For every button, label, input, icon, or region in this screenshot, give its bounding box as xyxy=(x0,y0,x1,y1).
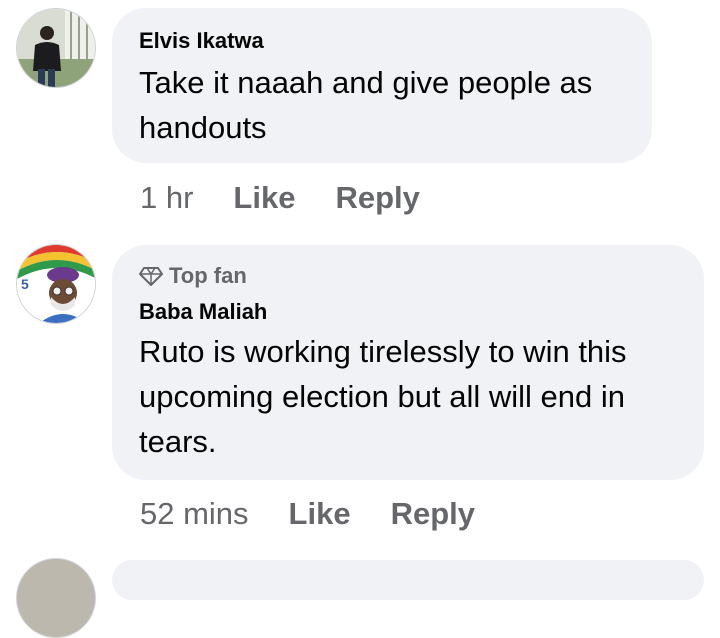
comment-text-line: handouts xyxy=(139,110,267,145)
badge-label: Top fan xyxy=(169,263,247,288)
comment-item: Elvis Ikatwa Take it naaah and give peop… xyxy=(0,0,720,230)
comment-text: Take it naaah and give people as handout… xyxy=(139,60,592,150)
comment-actions: 1 hr Like Reply xyxy=(140,180,420,216)
comment-timestamp[interactable]: 52 mins xyxy=(140,496,249,532)
like-button[interactable]: Like xyxy=(289,496,351,532)
top-fan-badge: Top fan xyxy=(139,263,247,289)
avatar[interactable] xyxy=(16,8,96,88)
comment-timestamp[interactable]: 1 hr xyxy=(140,180,193,216)
comment-text-line: Ruto is working tirelessly to win this xyxy=(139,334,627,369)
comment-text-line: Take it naaah and give people as xyxy=(139,65,593,100)
svg-text:5: 5 xyxy=(21,276,29,292)
reply-button[interactable]: Reply xyxy=(335,180,419,216)
diamond-icon xyxy=(139,267,163,286)
like-button[interactable]: Like xyxy=(233,180,295,216)
comment-bubble: Elvis Ikatwa Take it naaah and give peop… xyxy=(112,8,652,163)
comment-author[interactable]: Baba Maliah xyxy=(139,299,267,325)
avatar[interactable] xyxy=(16,558,96,638)
comment-bubble: Top fan Baba Maliah Ruto is working tire… xyxy=(112,245,704,480)
user-photo-icon: 5 xyxy=(17,245,95,323)
comment-bubble xyxy=(112,560,704,600)
comment-text: Ruto is working tirelessly to win this u… xyxy=(139,329,627,464)
comment-text-line: upcoming election but all will end in xyxy=(139,379,625,414)
comment-item: 5 Top fan Baba Maliah Ruto is working ti… xyxy=(0,238,720,548)
user-photo-icon xyxy=(17,9,95,87)
avatar[interactable]: 5 xyxy=(16,244,96,324)
comment-actions: 52 mins Like Reply xyxy=(140,496,475,532)
comment-text-line: tears. xyxy=(139,424,217,459)
comment-author[interactable]: Elvis Ikatwa xyxy=(139,28,264,54)
reply-button[interactable]: Reply xyxy=(391,496,475,532)
